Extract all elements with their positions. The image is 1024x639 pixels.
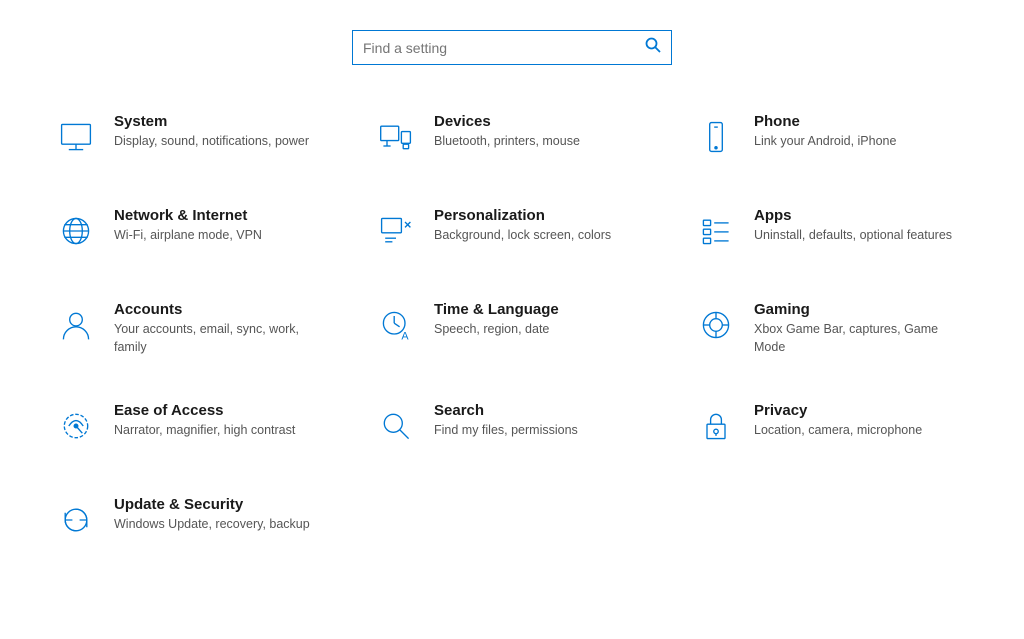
privacy-desc: Location, camera, microphone <box>754 422 922 440</box>
system-icon <box>52 113 100 161</box>
time-icon: A <box>372 301 420 349</box>
network-desc: Wi-Fi, airplane mode, VPN <box>114 227 262 245</box>
svg-text:A: A <box>401 330 409 342</box>
ease-text: Ease of Access Narrator, magnifier, high… <box>114 402 295 440</box>
ease-title: Ease of Access <box>114 402 295 419</box>
personalization-text: Personalization Background, lock screen,… <box>434 207 611 245</box>
time-text: Time & Language Speech, region, date <box>434 301 559 339</box>
settings-item-phone[interactable]: Phone Link your Android, iPhone <box>682 95 982 179</box>
settings-item-search[interactable]: Search Find my files, permissions <box>362 384 662 468</box>
settings-item-network[interactable]: Network & Internet Wi-Fi, airplane mode,… <box>42 189 342 273</box>
phone-text: Phone Link your Android, iPhone <box>754 113 896 151</box>
devices-icon <box>372 113 420 161</box>
settings-item-privacy[interactable]: Privacy Location, camera, microphone <box>682 384 982 468</box>
update-title: Update & Security <box>114 496 310 513</box>
settings-item-time[interactable]: A Time & Language Speech, region, date <box>362 283 662 374</box>
personalization-title: Personalization <box>434 207 611 224</box>
network-title: Network & Internet <box>114 207 262 224</box>
search-icon <box>372 402 420 450</box>
settings-item-apps[interactable]: Apps Uninstall, defaults, optional featu… <box>682 189 982 273</box>
accounts-title: Accounts <box>114 301 332 318</box>
privacy-title: Privacy <box>754 402 922 419</box>
update-desc: Windows Update, recovery, backup <box>114 516 310 534</box>
devices-text: Devices Bluetooth, printers, mouse <box>434 113 580 151</box>
gaming-text: Gaming Xbox Game Bar, captures, Game Mod… <box>754 301 972 356</box>
gaming-desc: Xbox Game Bar, captures, Game Mode <box>754 321 972 356</box>
settings-item-gaming[interactable]: Gaming Xbox Game Bar, captures, Game Mod… <box>682 283 982 374</box>
accounts-desc: Your accounts, email, sync, work, family <box>114 321 332 356</box>
phone-desc: Link your Android, iPhone <box>754 133 896 151</box>
ease-icon <box>52 402 100 450</box>
search-icon <box>645 37 661 58</box>
system-text: System Display, sound, notifications, po… <box>114 113 309 151</box>
time-desc: Speech, region, date <box>434 321 559 339</box>
settings-grid: System Display, sound, notifications, po… <box>0 95 1024 602</box>
system-desc: Display, sound, notifications, power <box>114 133 309 151</box>
update-text: Update & Security Windows Update, recove… <box>114 496 310 534</box>
search-text: Search Find my files, permissions <box>434 402 578 440</box>
search-desc: Find my files, permissions <box>434 422 578 440</box>
search-input[interactable] <box>363 40 645 56</box>
settings-item-update[interactable]: Update & Security Windows Update, recove… <box>42 478 342 562</box>
update-icon <box>52 496 100 544</box>
settings-item-devices[interactable]: Devices Bluetooth, printers, mouse <box>362 95 662 179</box>
apps-title: Apps <box>754 207 952 224</box>
phone-icon <box>692 113 740 161</box>
system-title: System <box>114 113 309 130</box>
settings-item-accounts[interactable]: Accounts Your accounts, email, sync, wor… <box>42 283 342 374</box>
personalization-icon <box>372 207 420 255</box>
privacy-icon <box>692 402 740 450</box>
accounts-icon <box>52 301 100 349</box>
settings-item-personalization[interactable]: Personalization Background, lock screen,… <box>362 189 662 273</box>
settings-item-system[interactable]: System Display, sound, notifications, po… <box>42 95 342 179</box>
apps-icon <box>692 207 740 255</box>
network-icon <box>52 207 100 255</box>
phone-title: Phone <box>754 113 896 130</box>
personalization-desc: Background, lock screen, colors <box>434 227 611 245</box>
network-text: Network & Internet Wi-Fi, airplane mode,… <box>114 207 262 245</box>
devices-desc: Bluetooth, printers, mouse <box>434 133 580 151</box>
ease-desc: Narrator, magnifier, high contrast <box>114 422 295 440</box>
gaming-title: Gaming <box>754 301 972 318</box>
settings-item-ease[interactable]: Ease of Access Narrator, magnifier, high… <box>42 384 342 468</box>
devices-title: Devices <box>434 113 580 130</box>
privacy-text: Privacy Location, camera, microphone <box>754 402 922 440</box>
search-bar-container <box>352 30 672 65</box>
gaming-icon <box>692 301 740 349</box>
time-title: Time & Language <box>434 301 559 318</box>
search-bar[interactable] <box>352 30 672 65</box>
accounts-text: Accounts Your accounts, email, sync, wor… <box>114 301 332 356</box>
search-title: Search <box>434 402 578 419</box>
apps-text: Apps Uninstall, defaults, optional featu… <box>754 207 952 245</box>
apps-desc: Uninstall, defaults, optional features <box>754 227 952 245</box>
